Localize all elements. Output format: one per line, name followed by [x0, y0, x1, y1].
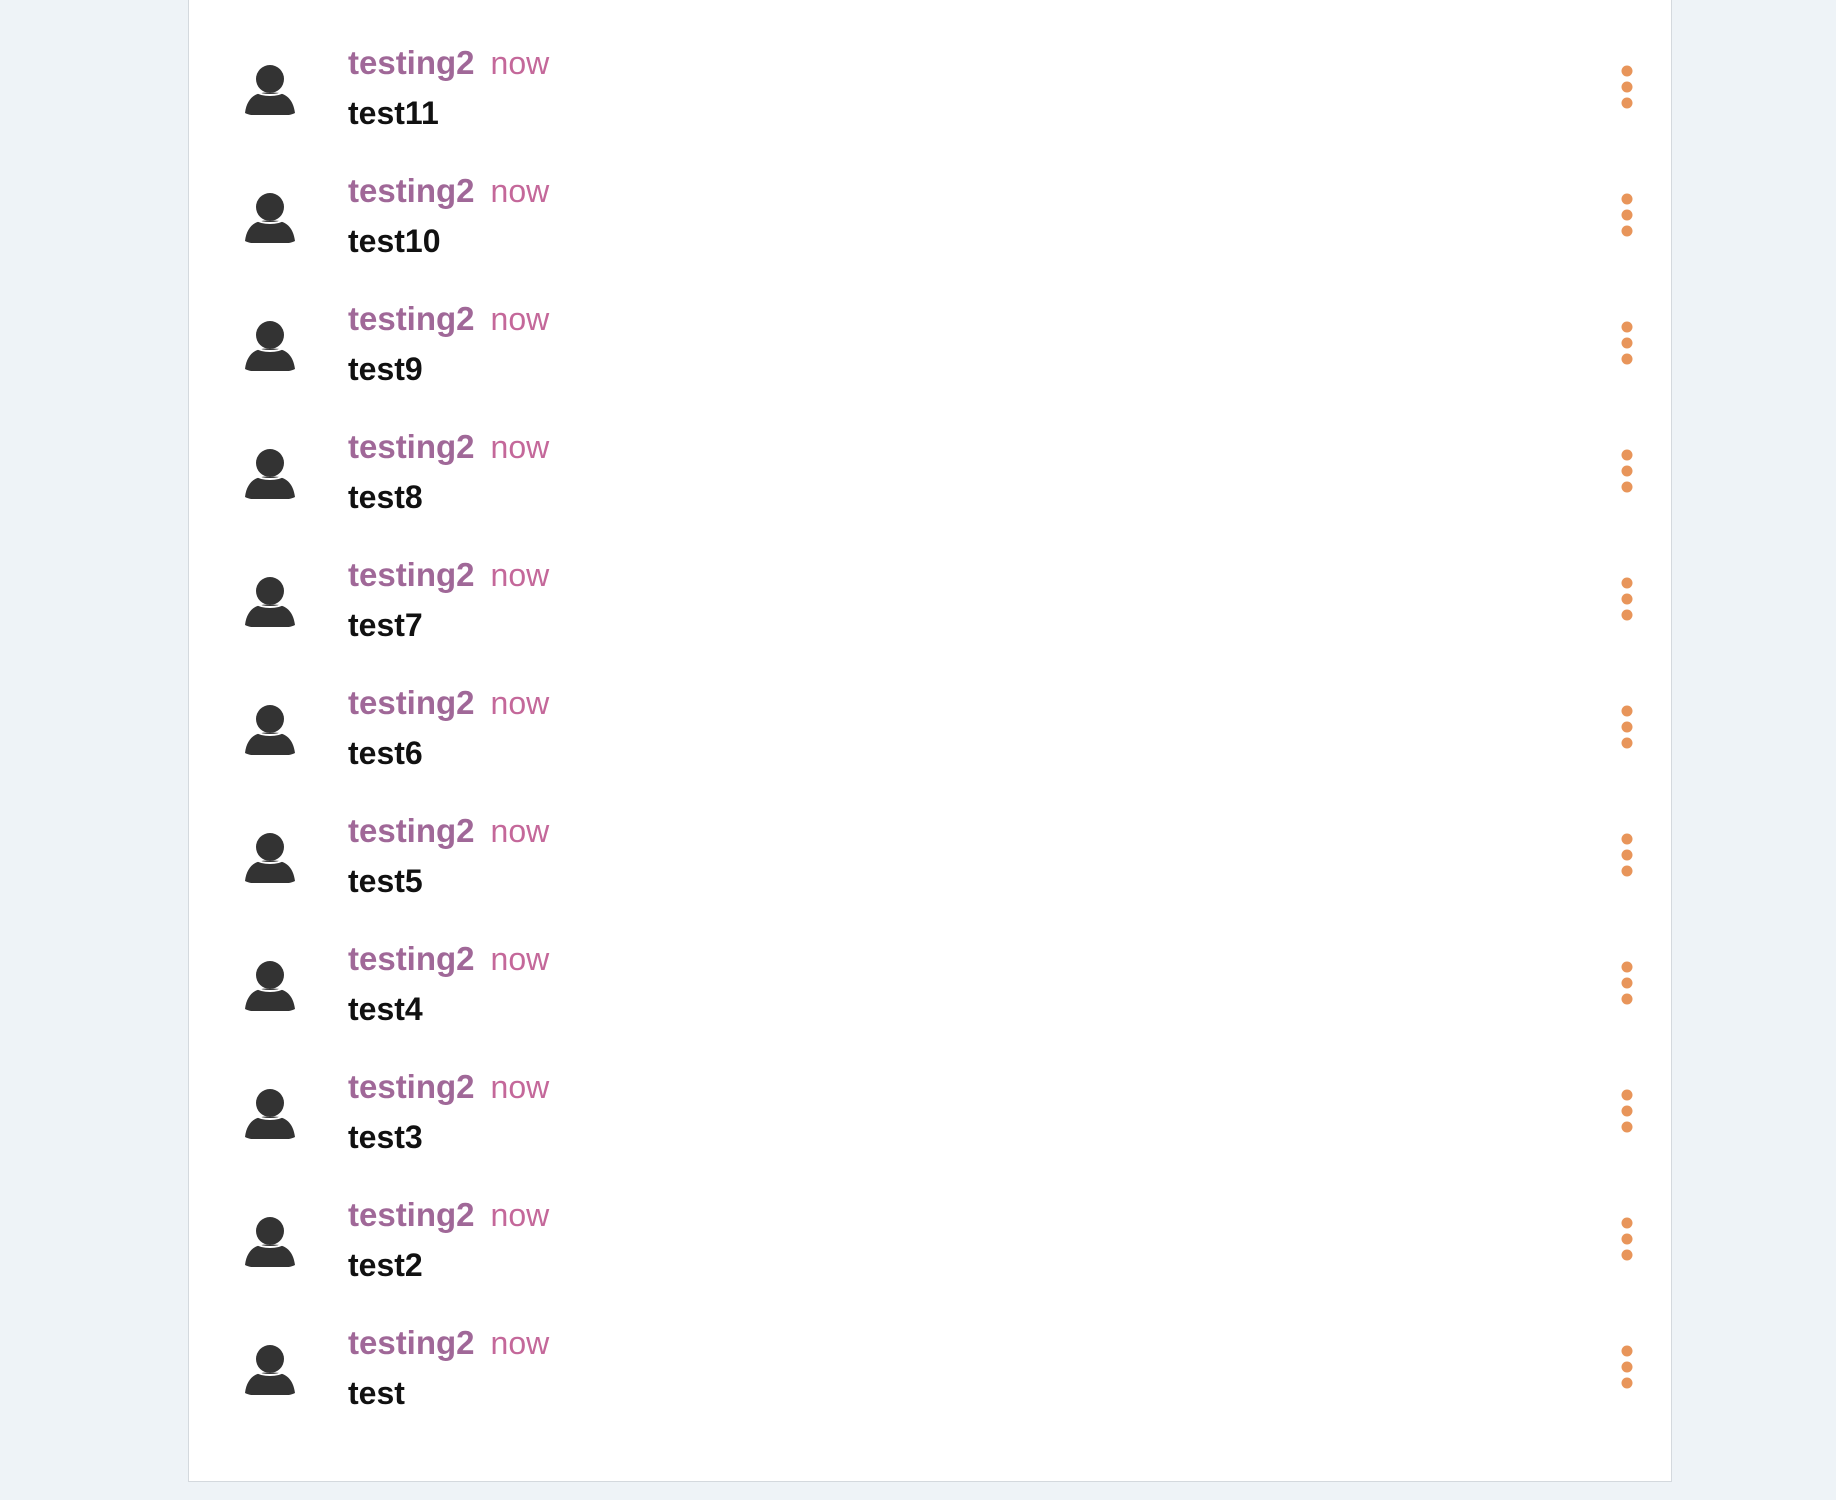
- vertical-ellipsis-icon: [1621, 1345, 1633, 1389]
- user-avatar-icon: [245, 703, 295, 755]
- message-author[interactable]: testing2: [348, 300, 475, 337]
- message-more-options-button[interactable]: [1613, 187, 1641, 243]
- message-timestamp: now: [490, 685, 550, 721]
- message-timestamp: now: [490, 813, 550, 849]
- message-text: test4: [348, 991, 423, 1027]
- message-timestamp: now: [490, 173, 550, 209]
- message-timestamp: now: [490, 1325, 550, 1361]
- message-header: testing2 now: [348, 425, 549, 469]
- vertical-ellipsis-icon: [1621, 705, 1633, 749]
- message-text: test6: [348, 735, 423, 771]
- message-item: testing2now test12: [189, 0, 1671, 23]
- message-header: testing2 now: [348, 169, 549, 213]
- vertical-ellipsis-icon: [1621, 321, 1633, 365]
- message-header: testing2 now: [348, 1321, 549, 1365]
- message-text: test2: [348, 1247, 423, 1283]
- message-author[interactable]: testing2: [348, 812, 475, 849]
- message-header: testing2 now: [348, 681, 549, 725]
- message-author[interactable]: testing2: [348, 940, 475, 977]
- message-header: testing2 now: [348, 809, 549, 853]
- message-text: test8: [348, 479, 423, 515]
- message-more-options-button[interactable]: [1613, 315, 1641, 371]
- message-item: testing2 now test6: [189, 663, 1671, 791]
- message-timestamp: now: [490, 1069, 550, 1105]
- message-timestamp: now: [490, 45, 550, 81]
- message-author[interactable]: testing2: [348, 172, 475, 209]
- message-more-options-button[interactable]: [1613, 1083, 1641, 1139]
- user-avatar-icon: [245, 63, 295, 115]
- message-author[interactable]: testing2: [348, 44, 475, 81]
- message-more-options-button[interactable]: [1613, 59, 1641, 115]
- vertical-ellipsis-icon: [1621, 961, 1633, 1005]
- user-avatar-icon: [245, 1087, 295, 1139]
- vertical-ellipsis-icon: [1621, 833, 1633, 877]
- message-text: test5: [348, 863, 423, 899]
- message-text: test9: [348, 351, 423, 387]
- message-more-options-button[interactable]: [1613, 699, 1641, 755]
- message-author[interactable]: testing2: [348, 1068, 475, 1105]
- message-timestamp: now: [490, 301, 550, 337]
- message-item: testing2 now test10: [189, 151, 1671, 279]
- message-text: test12: [348, 0, 441, 7]
- message-header: testing2 now: [348, 297, 549, 341]
- message-list-panel: testing2now test12 testing2now test11 te…: [188, 0, 1672, 1482]
- message-text: test3: [348, 1119, 423, 1155]
- message-text: test: [348, 1375, 405, 1411]
- message-text: test11: [348, 95, 439, 131]
- message-item: testing2 now test11: [189, 23, 1671, 151]
- user-avatar-icon: [245, 447, 295, 499]
- message-header: testing2 now: [348, 1065, 549, 1109]
- message-author[interactable]: testing2: [348, 428, 475, 465]
- message-header: testing2 now: [348, 1193, 549, 1237]
- message-timestamp: now: [490, 1197, 550, 1233]
- user-avatar-icon: [245, 831, 295, 883]
- message-item: testing2 now test7: [189, 535, 1671, 663]
- user-avatar-icon: [245, 575, 295, 627]
- message-author[interactable]: testing2: [348, 684, 475, 721]
- message-timestamp: now: [490, 429, 550, 465]
- message-item: testing2 now test9: [189, 279, 1671, 407]
- user-avatar-icon: [245, 319, 295, 371]
- vertical-ellipsis-icon: [1621, 449, 1633, 493]
- message-timestamp: now: [490, 941, 550, 977]
- user-avatar-icon: [245, 1343, 295, 1395]
- message-item: testing2 now test: [189, 1303, 1671, 1431]
- message-item: testing2 now test4: [189, 919, 1671, 1047]
- message-text: test10: [348, 223, 441, 259]
- message-more-options-button[interactable]: [1613, 827, 1641, 883]
- user-avatar-icon: [245, 959, 295, 1011]
- message-header: testing2 now: [348, 937, 549, 981]
- vertical-ellipsis-icon: [1621, 577, 1633, 621]
- message-header: testing2 now: [348, 41, 549, 85]
- message-more-options-button[interactable]: [1613, 955, 1641, 1011]
- message-timestamp: now: [490, 557, 550, 593]
- message-more-options-button[interactable]: [1613, 571, 1641, 627]
- message-item: testing2 now test5: [189, 791, 1671, 919]
- message-item: testing2 now test3: [189, 1047, 1671, 1175]
- user-avatar-icon: [245, 191, 295, 243]
- message-more-options-button[interactable]: [1613, 443, 1641, 499]
- message-header: testing2 now: [348, 553, 549, 597]
- message-text: test7: [348, 607, 423, 643]
- vertical-ellipsis-icon: [1621, 65, 1633, 109]
- user-avatar-icon: [245, 1215, 295, 1267]
- vertical-ellipsis-icon: [1621, 1089, 1633, 1133]
- message-item: testing2 now test2: [189, 1175, 1671, 1303]
- message-more-options-button[interactable]: [1613, 1211, 1641, 1267]
- vertical-ellipsis-icon: [1621, 1217, 1633, 1261]
- message-author[interactable]: testing2: [348, 556, 475, 593]
- message-more-options-button[interactable]: [1613, 1339, 1641, 1395]
- message-author[interactable]: testing2: [348, 1324, 475, 1361]
- message-author[interactable]: testing2: [348, 1196, 475, 1233]
- message-item: testing2 now test8: [189, 407, 1671, 535]
- vertical-ellipsis-icon: [1621, 193, 1633, 237]
